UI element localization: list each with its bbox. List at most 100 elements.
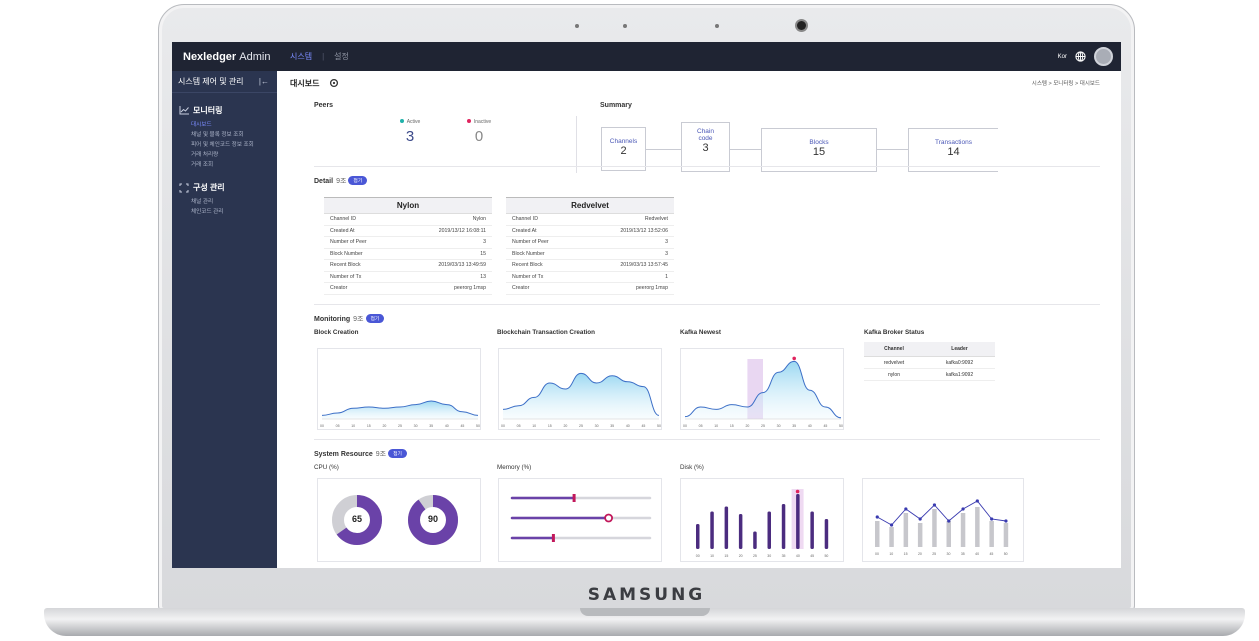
summary-chaincode[interactable]: Chain code 3	[681, 122, 730, 172]
language-selector[interactable]: Kor	[1058, 54, 1067, 60]
slider-handle	[572, 494, 576, 502]
area-fill	[503, 373, 659, 419]
summary-channels[interactable]: Channels 2	[601, 127, 646, 171]
cpu-value-1: 65	[351, 514, 362, 524]
active-label: Active	[406, 119, 421, 125]
tick-label: 20	[382, 424, 386, 428]
tick-label: 45	[989, 552, 993, 556]
tick-label: 40	[445, 424, 449, 428]
detail-row: Recent Block 2019/03/13 13:57:45	[506, 260, 674, 272]
tick-label: 20	[563, 424, 567, 428]
summary-channels-value: 2	[620, 145, 627, 157]
tick-label: 50	[1004, 552, 1008, 556]
camera-icon	[797, 21, 806, 30]
detail-row: Recent Block 2019/03/13 13:49:59	[324, 260, 492, 272]
sidebar-item-peer-chaincode[interactable]: 피어 및 체인코드 정보 조회	[172, 140, 277, 150]
tab-settings[interactable]: 설정	[334, 51, 349, 62]
detail-row: Block Number 15	[324, 249, 492, 260]
summary-connector	[877, 149, 908, 150]
bar	[753, 531, 757, 549]
detail-value: Redvelvet	[644, 216, 668, 222]
tick-label: 35	[792, 424, 796, 428]
sidebar-section-monitoring[interactable]: 모니터링	[172, 93, 277, 120]
summary-connector	[730, 149, 761, 150]
table-row[interactable]: redvelvet kafka0:9092	[864, 357, 995, 369]
block-creation-svg: 00 05 10 15 20 25 30 35 40 45 50	[320, 400, 480, 428]
detail-value: 2019/03/13 13:49:59	[438, 262, 486, 268]
peak-marker	[795, 489, 800, 494]
bar	[975, 507, 980, 547]
tick-label: 00	[501, 424, 505, 428]
table-cell: kafka1:9092	[945, 372, 974, 378]
tick-label: 10	[889, 552, 893, 556]
detail-key: Number of Peer	[330, 239, 367, 245]
sensor-icon	[623, 24, 627, 28]
channel-card-redvelvet: Redvelvet Channel ID Redvelvet Created At…	[506, 197, 674, 295]
memory-title: Memory (%)	[497, 464, 532, 471]
detail-row: Block Number 3	[506, 249, 674, 260]
detail-collapse-button[interactable]: 접기	[348, 176, 368, 185]
data-point	[904, 507, 908, 511]
brand-logo: SAMSUNG	[587, 585, 706, 605]
gear-icon[interactable]	[329, 78, 339, 88]
data-point	[961, 507, 965, 511]
tab-system[interactable]: 시스템	[290, 51, 312, 62]
detail-value: 2019/13/12 13:52:06	[620, 227, 668, 234]
detail-key: Creator	[330, 285, 348, 291]
bar	[696, 524, 700, 549]
sidebar-item-channel-block[interactable]: 채널 및 블록 정보 조회	[172, 130, 277, 140]
system-resource-collapse-button[interactable]: 접기	[388, 449, 407, 458]
tick-label: 45	[460, 424, 464, 428]
disk-bars-svg: 00 10 15 20 25 30 35 40 45 50	[696, 489, 828, 558]
detail-key: Block Number	[330, 250, 363, 257]
detail-row: Created At 2019/13/12 13:52:06	[506, 226, 674, 237]
detail-count: 9조	[336, 178, 347, 185]
detail-key: Block Number	[512, 250, 545, 257]
sidebar-section-config[interactable]: 구성 관리	[172, 170, 277, 197]
monitoring-collapse-button[interactable]: 접기	[365, 314, 385, 323]
page-title: 대시보드	[290, 78, 320, 88]
chart-icon	[179, 106, 189, 115]
tx-creation-chart: 00 05 10 15 20 25 30 35 40 45 50	[498, 348, 662, 430]
sidebar-item-tx-lookup[interactable]: 거래 조회	[172, 160, 277, 170]
channel-card-nylon: Nylon Channel ID Nylon Created At 2019/13/…	[324, 197, 492, 295]
series-line	[877, 500, 1007, 526]
detail-key: Number of Tx	[512, 273, 544, 280]
tick-label: 30	[947, 552, 951, 556]
inactive-dot	[466, 119, 471, 123]
detail-row: Creator peerorg 1msp	[324, 283, 492, 295]
sidebar-item-dashboard[interactable]: 대시보드	[172, 120, 277, 130]
tick-label: 30	[777, 424, 781, 428]
detail-value: peerorg 1msp	[635, 285, 668, 291]
top-nav: 시스템 | 설정	[290, 51, 349, 62]
tick-label: 10	[351, 424, 355, 428]
globe-icon[interactable]	[1075, 51, 1086, 62]
detail-key: Created At	[330, 227, 355, 234]
tick-label: 15	[548, 424, 552, 428]
inactive-count: 0	[474, 128, 484, 145]
detail-row: Creator peerorg 1msp	[506, 283, 674, 295]
table-row[interactable]: nylon kafka1:9092	[864, 369, 995, 381]
sidebar-item-throughput[interactable]: 거래 처리량	[172, 150, 277, 160]
sidebar-item-channel-mgmt[interactable]: 채널 관리	[172, 197, 277, 207]
tick-label: 30	[767, 554, 771, 558]
bar	[903, 513, 909, 547]
sidebar-item-chaincode-mgmt[interactable]: 체인코드 관리	[172, 207, 277, 217]
avatar[interactable]	[1094, 47, 1113, 66]
detail-value: peerorg 1msp	[453, 285, 486, 291]
app-name: Nexledger	[183, 50, 237, 63]
tick-label: 00	[683, 424, 687, 428]
tick-label: 00	[875, 552, 879, 556]
detail-key: Number of Peer	[512, 239, 549, 245]
tick-label: 45	[810, 554, 814, 558]
collapse-sidebar-icon[interactable]: |←	[259, 77, 269, 86]
breadcrumb: 시스템 > 모니터링 > 대시보드	[1031, 81, 1100, 87]
app-title[interactable]: Nexledger Admin	[172, 51, 276, 63]
detail-row: Created At 2019/13/12 16:08:11	[324, 226, 492, 237]
memory-chart	[498, 478, 662, 562]
column-header: Leader	[951, 346, 968, 352]
summary-transactions-label: Transactions	[935, 139, 972, 146]
disk-title: Disk (%)	[680, 464, 704, 471]
disk-chart: 00 10 15 20 25 30 35 40 45 50	[680, 478, 844, 562]
area-fill	[322, 401, 478, 419]
